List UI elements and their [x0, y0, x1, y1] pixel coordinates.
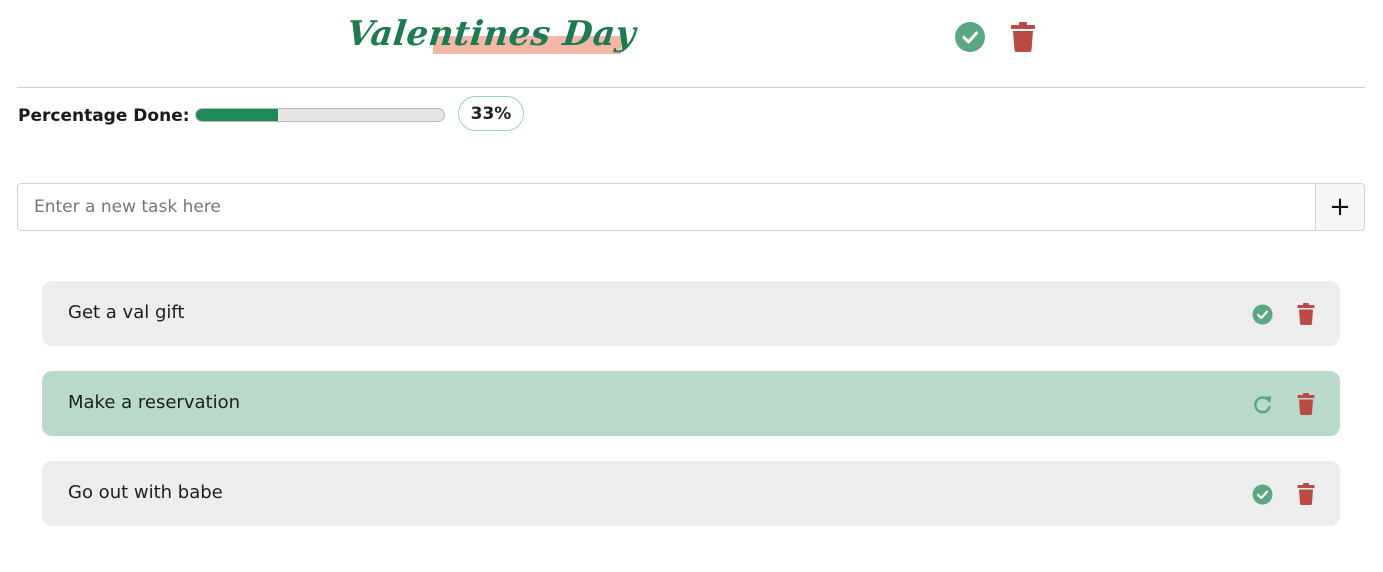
trash-icon	[1297, 393, 1315, 415]
task-item: Make a reservation	[42, 371, 1340, 436]
trash-icon	[1011, 22, 1035, 52]
trash-icon	[1297, 303, 1315, 325]
complete-task-button[interactable]	[1252, 304, 1273, 325]
task-label: Go out with babe	[68, 482, 223, 503]
delete-list-button[interactable]	[1010, 22, 1036, 52]
task-item: Go out with babe	[42, 461, 1340, 526]
check-circle-icon	[962, 31, 978, 44]
progress-bar	[195, 108, 445, 122]
todo-app: Valentines Day Percentage Done: 33% Ente…	[0, 0, 1383, 572]
check-circle-icon	[1252, 484, 1273, 505]
delete-task-button[interactable]	[1297, 393, 1315, 415]
complete-all-button[interactable]	[955, 22, 985, 52]
add-task-button[interactable]: +	[1315, 184, 1364, 230]
progress-label: Percentage Done:	[18, 106, 190, 126]
task-list: Get a val gift Make a reservation Go out…	[42, 281, 1340, 551]
task-label: Get a val gift	[68, 302, 185, 323]
list-title: Valentines Day	[344, 14, 638, 54]
new-task-input[interactable]	[18, 184, 1315, 230]
undo-task-button[interactable]	[1252, 394, 1273, 415]
task-item: Get a val gift	[42, 281, 1340, 346]
task-actions	[1252, 393, 1316, 415]
task-actions	[1252, 303, 1316, 325]
task-label: Make a reservation	[68, 392, 240, 413]
delete-task-button[interactable]	[1297, 483, 1315, 505]
task-actions	[1252, 483, 1316, 505]
complete-task-button[interactable]	[1252, 484, 1273, 505]
redo-icon	[1254, 396, 1272, 414]
progress-bar-fill	[196, 109, 278, 121]
progress-row: Percentage Done: 33%	[17, 96, 617, 134]
check-circle-icon	[1252, 304, 1273, 325]
trash-icon	[1297, 483, 1315, 505]
header-actions	[955, 20, 1045, 54]
list-title-wrap: Valentines Day	[344, 10, 647, 60]
new-task-form: +	[17, 183, 1365, 231]
progress-percent-badge: 33%	[458, 96, 524, 131]
delete-task-button[interactable]	[1297, 303, 1315, 325]
list-header: Valentines Day	[17, 0, 1365, 88]
